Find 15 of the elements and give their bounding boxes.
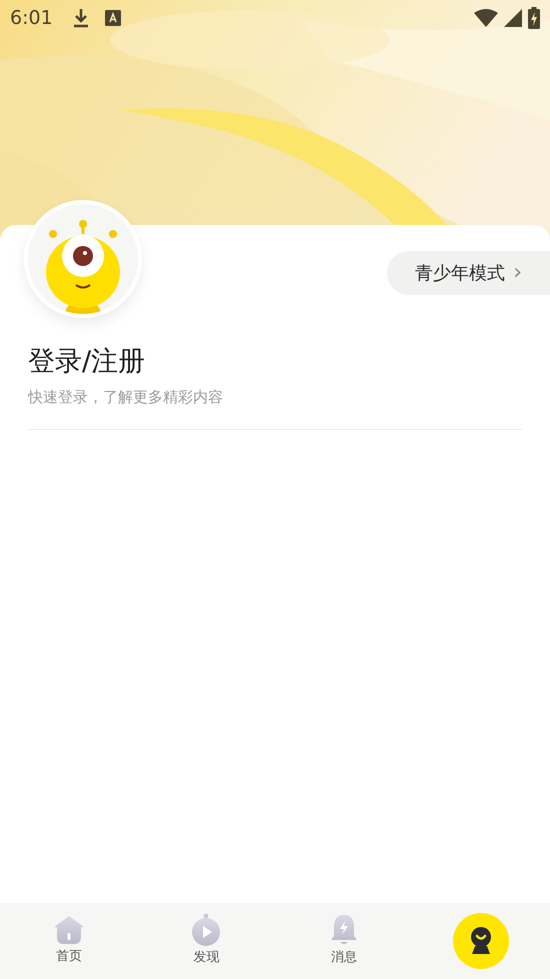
login-subtitle: 快速登录，了解更多精彩内容	[28, 387, 224, 408]
youth-mode-button[interactable]: 青少年模式 ›	[387, 251, 550, 295]
house-icon	[52, 915, 85, 946]
download-icon	[72, 8, 89, 28]
play-timer-icon	[191, 914, 222, 946]
nav-tab[interactable]: 消息	[275, 903, 412, 979]
wifi-icon	[474, 8, 498, 28]
nav-tab[interactable]: 首页	[0, 903, 138, 979]
keyboard-icon	[104, 10, 121, 26]
login-title[interactable]: 登录/注册	[28, 344, 522, 380]
signal-icon	[504, 9, 522, 27]
bell-icon	[330, 914, 358, 946]
status-time: 6:01	[10, 6, 53, 31]
nav-tab[interactable]: 发现	[138, 903, 275, 979]
battery-icon	[528, 7, 540, 29]
